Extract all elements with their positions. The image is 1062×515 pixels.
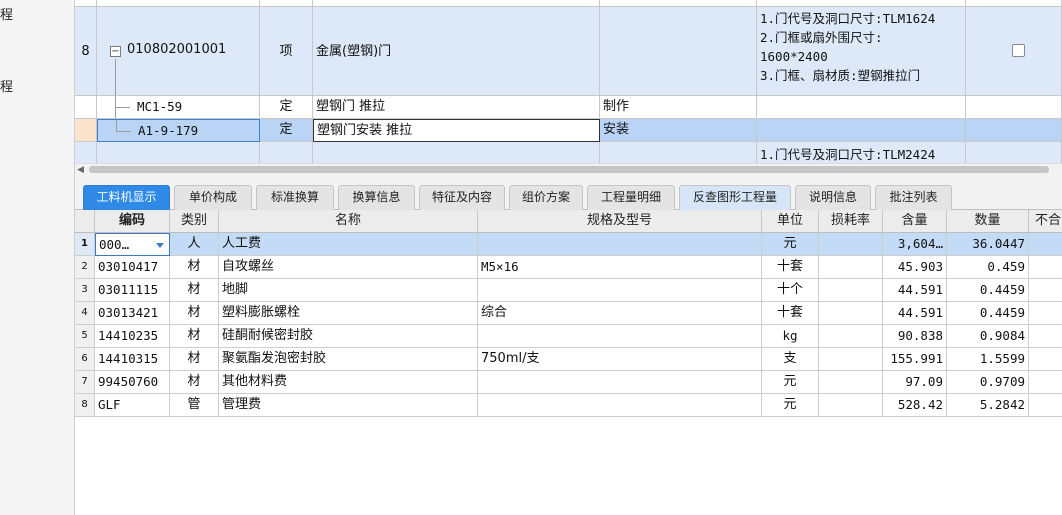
scroll-left-icon[interactable]: ◀ — [77, 165, 84, 175]
item-code: 010802001001 — [127, 42, 227, 57]
code-dropdown[interactable]: 000… — [95, 233, 170, 256]
dropdown-arrow-icon[interactable] — [156, 243, 164, 248]
sub-type: 定 — [260, 96, 313, 119]
collapse-icon[interactable]: − — [110, 46, 121, 57]
tab-annotations[interactable]: 批注列表 — [875, 185, 952, 210]
sub-code: MC1-59 — [137, 99, 183, 114]
tab-conversion-info[interactable]: 换算信息 — [338, 185, 415, 210]
sub-code: A1-9-179 — [138, 123, 199, 138]
upper-row-sub2[interactable]: A1-9-179 定 塑钢门安装 推拉 安装 — [75, 119, 1062, 142]
row-number: 4 — [75, 302, 95, 325]
row-number: 8 — [75, 7, 97, 96]
sub-content: 安装 — [600, 119, 757, 142]
item-features: 1.门代号及洞口尺寸:TLM1624 2.门框或扇外围尺寸: 1600*2400… — [757, 7, 966, 96]
header-name[interactable]: 名称 — [219, 210, 478, 233]
upper-row-8[interactable]: 8 − 010802001001 项 金属(塑钢)门 1.门代号及洞口尺寸:TL… — [75, 7, 1062, 96]
tab-reverse-lookup[interactable]: 反查图形工程量 — [679, 185, 791, 210]
row-number: 8 — [75, 394, 95, 417]
sub-name: 塑钢门 推拉 — [313, 96, 600, 119]
row-number: 5 — [75, 325, 95, 348]
row-number: 1 — [75, 233, 95, 256]
header-quantity[interactable]: 数量 — [947, 210, 1029, 233]
left-nav-panel: 程 程 — [0, 0, 75, 515]
scrollbar-thumb[interactable] — [89, 166, 1049, 173]
header-unit[interactable]: 单位 — [762, 210, 819, 233]
sub-type: 定 — [260, 119, 313, 142]
item-features: 1.门代号及洞口尺寸:TLM2424 — [757, 142, 966, 163]
header-code[interactable]: 编码 — [95, 210, 170, 233]
horizontal-scrollbar[interactable]: ◀ — [75, 163, 1062, 175]
row-number: 6 — [75, 348, 95, 371]
tab-standard-conversion[interactable]: 标准换算 — [256, 185, 334, 210]
header-spec[interactable]: 规格及型号 — [478, 210, 762, 233]
header-content[interactable]: 含量 — [883, 210, 947, 233]
header-loss-rate[interactable]: 损耗率 — [819, 210, 883, 233]
sub-content: 制作 — [600, 96, 757, 119]
tab-quantity-detail[interactable]: 工程量明细 — [587, 185, 675, 210]
item-name: 金属(塑钢)门 — [313, 7, 600, 96]
resource-grid: 编码 类别 名称 规格及型号 单位 损耗率 含量 数量 不合 1 000… 人 … — [75, 210, 1062, 515]
row-number: 7 — [75, 371, 95, 394]
tab-labor-material[interactable]: 工料机显示 — [83, 185, 170, 210]
upper-row-next[interactable]: 1.门代号及洞口尺寸:TLM2424 — [75, 142, 1062, 163]
item-type: 项 — [260, 7, 313, 96]
tab-bar: 工料机显示 单价构成 标准换算 换算信息 特征及内容 组价方案 工程量明细 反查… — [75, 175, 1062, 210]
tab-description[interactable]: 说明信息 — [795, 185, 871, 210]
row-checkbox[interactable] — [1012, 44, 1025, 57]
upper-row-partial — [75, 0, 1062, 7]
row-number: 3 — [75, 279, 95, 302]
nav-item-1[interactable]: 程 — [0, 4, 13, 23]
tab-unit-price[interactable]: 单价构成 — [174, 185, 252, 210]
tab-features[interactable]: 特征及内容 — [419, 185, 505, 210]
row-number: 2 — [75, 256, 95, 279]
tab-pricing-plan[interactable]: 组价方案 — [509, 185, 583, 210]
nav-item-2[interactable]: 程 — [0, 76, 13, 95]
upper-grid: 8 − 010802001001 项 金属(塑钢)门 1.门代号及洞口尺寸:TL… — [75, 0, 1062, 163]
header-category[interactable]: 类别 — [170, 210, 219, 233]
upper-row-sub1[interactable]: MC1-59 定 塑钢门 推拉 制作 — [75, 96, 1062, 119]
header-extra[interactable]: 不合 — [1029, 210, 1062, 233]
sub-name-input[interactable]: 塑钢门安装 推拉 — [313, 119, 600, 142]
